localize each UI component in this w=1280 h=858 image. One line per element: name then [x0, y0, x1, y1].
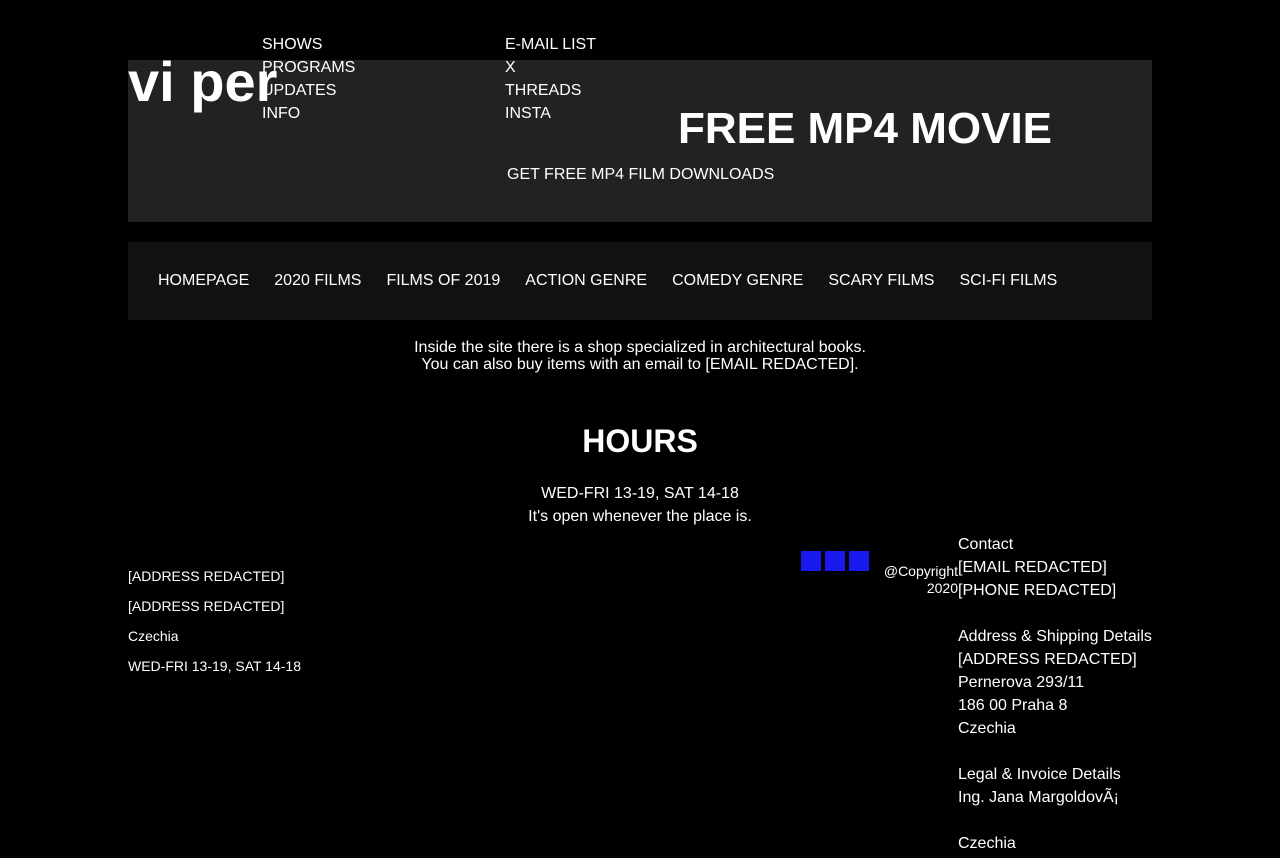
footer-address-line-1: [ADDRESS REDACTED]	[128, 568, 285, 584]
contact-heading: Contact	[958, 536, 1014, 553]
hours-schedule: WED-FRI 13-19, SAT 14-18	[541, 485, 739, 502]
nav-comedy-genre[interactable]: COMEDY GENRE	[672, 272, 803, 290]
menu-threads-link[interactable]: THREADS	[505, 79, 596, 102]
menu-info-link[interactable]: INFO	[262, 102, 355, 125]
hours-heading: HOURS	[582, 423, 698, 459]
address-heading: Address & Shipping Details	[958, 628, 1152, 645]
contact-email[interactable]: [EMAIL REDACTED]	[958, 556, 1158, 579]
nav-homepage[interactable]: HOMEPAGE	[158, 272, 249, 290]
main-navbar: HOMEPAGE 2020 FILMS FILMS OF 2019 ACTION…	[128, 242, 1152, 320]
menu-programs-link[interactable]: PROGRAMS	[262, 56, 355, 79]
social-icon-2[interactable]	[825, 551, 845, 571]
nav-2020-films[interactable]: 2020 FILMS	[274, 272, 361, 290]
menu-updates-link[interactable]: UPDATES	[262, 79, 355, 102]
nav-scary-films[interactable]: SCARY FILMS	[828, 272, 934, 290]
nav-action-genre[interactable]: ACTION GENRE	[525, 272, 647, 290]
site-logo[interactable]: vi per	[128, 50, 277, 114]
legal-heading: Legal & Invoice Details	[958, 766, 1121, 783]
social-icons	[801, 551, 869, 571]
primary-top-menu: SHOWS PROGRAMS UPDATES INFO	[262, 33, 355, 125]
copyright-label: @Copyright	[883, 563, 958, 579]
address-line-4: Czechia	[958, 720, 1016, 737]
footer-hours: WED-FRI 13-19, SAT 14-18	[128, 658, 301, 674]
menu-email-list-link[interactable]: E-MAIL LIST	[505, 33, 596, 56]
copyright-year: 2020	[926, 580, 958, 596]
contact-block: Contact [EMAIL REDACTED] [PHONE REDACTED…	[958, 533, 1158, 855]
social-top-menu: E-MAIL LIST X THREADS INSTA	[505, 33, 596, 125]
copyright: @Copyright 2020	[870, 563, 958, 597]
hours-info: WED-FRI 13-19, SAT 14-18 It's open whene…	[440, 482, 840, 528]
social-icon-1[interactable]	[801, 551, 821, 571]
contact-phone[interactable]: [PHONE REDACTED]	[958, 579, 1158, 602]
menu-insta-link[interactable]: INSTA	[505, 102, 596, 125]
address-line-3: 186 00 Praha 8	[958, 697, 1068, 714]
footer-country: Czechia	[128, 628, 179, 644]
intro-line-2: You can also buy items with an email to …	[421, 356, 859, 373]
legal-name: Ing. Jana MargoldovÃ¡	[958, 789, 1119, 806]
hero-subtitle: GET FREE MP4 FILM DOWNLOADS	[507, 166, 775, 183]
address-line-1: [ADDRESS REDACTED]	[958, 651, 1137, 668]
footer-address-line-2: [ADDRESS REDACTED]	[128, 598, 285, 614]
intro-text: Inside the site there is a shop speciali…	[340, 339, 940, 373]
address-line-2: Pernerova 293/11	[958, 674, 1085, 691]
menu-shows-link[interactable]: SHOWS	[262, 33, 355, 56]
hours-note: It's open whenever the place is.	[528, 508, 752, 525]
legal-country: Czechia	[958, 835, 1016, 852]
nav-sci-fi-films[interactable]: SCI-FI FILMS	[959, 272, 1057, 290]
hero-title: FREE MP4 MOVIE	[677, 104, 1053, 153]
menu-x-link[interactable]: X	[505, 56, 596, 79]
nav-films-of-2019[interactable]: FILMS OF 2019	[386, 272, 500, 290]
social-icon-3[interactable]	[849, 551, 869, 571]
footer-address: [ADDRESS REDACTED] [ADDRESS REDACTED] Cz…	[128, 561, 301, 681]
intro-line-1: Inside the site there is a shop speciali…	[414, 339, 866, 356]
